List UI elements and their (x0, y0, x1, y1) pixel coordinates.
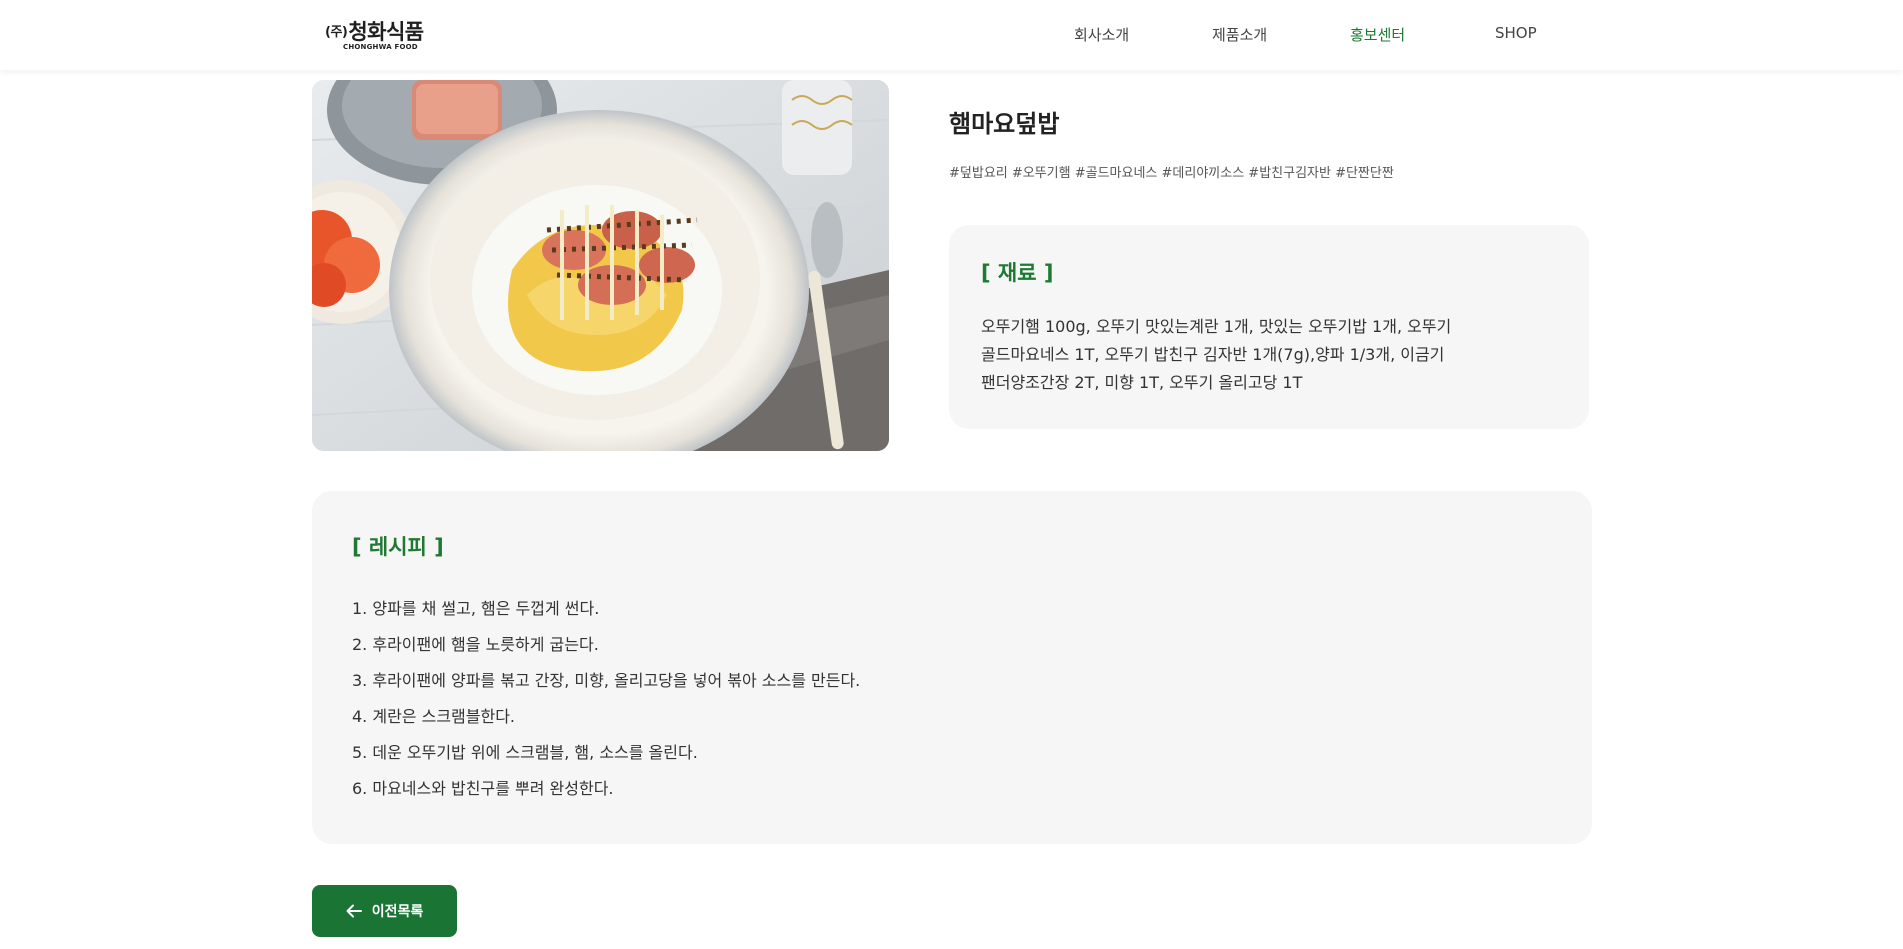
back-to-list-button[interactable]: 이전목록 (312, 885, 457, 937)
site-header: (주)청화식품 CHONGHWA FOOD 회사소개 제품소개 홍보센터 SHO… (0, 0, 1903, 70)
recipe-steps-panel: [ 레시피 ] 1. 양파를 채 썰고, 햄은 두껍게 썬다. 2. 후라이팬에… (312, 491, 1592, 844)
ingredients-text: 오뚜기햄 100g, 오뚜기 맛있는계란 1개, 맛있는 오뚜기밥 1개, 오뚜… (981, 313, 1501, 397)
recipe-step: 6. 마요네스와 밥친구를 뿌려 완성한다. (352, 779, 614, 798)
ingredients-heading: [ 재료 ] (981, 261, 1054, 285)
recipe-tags: #덮밥요리 #오뚜기햄 #골드마요네스 #데리야끼소스 #밥친구김자반 #단짠단… (949, 166, 1394, 181)
recipe-step: 2. 후라이팬에 햄을 노릇하게 굽는다. (352, 635, 599, 654)
ingredients-panel: [ 재료 ] 오뚜기햄 100g, 오뚜기 맛있는계란 1개, 맛있는 오뚜기밥… (949, 225, 1589, 429)
ingredients-line: 팬더양조간장 2T, 미향 1T, 오뚜기 올리고당 1T (981, 373, 1303, 392)
arrow-left-icon (346, 904, 362, 918)
ingredients-line: 오뚜기햄 100g, 오뚜기 맛있는계란 1개, 맛있는 오뚜기밥 1개, 오뚜… (981, 317, 1452, 336)
recipe-step: 4. 계란은 스크램블한다. (352, 707, 516, 726)
recipe-step: 1. 양파를 채 썰고, 햄은 두껍게 썬다. (352, 599, 600, 618)
recipe-photo (312, 80, 889, 451)
main-nav: 회사소개 제품소개 홍보센터 SHOP (0, 24, 1903, 46)
ingredients-line: 골드마요네스 1T, 오뚜기 밥친구 김자반 1개(7g),양파 1/3개, 이… (981, 345, 1445, 364)
back-button-label: 이전목록 (371, 904, 424, 920)
recipe-step: 5. 데운 오뚜기밥 위에 스크램블, 햄, 소스를 올린다. (352, 743, 698, 762)
recipe-heading: [ 레시피 ] (352, 535, 444, 559)
recipe-steps-list: 1. 양파를 채 썰고, 햄은 두껍게 썬다. 2. 후라이팬에 햄을 노릇하게… (352, 591, 860, 807)
nav-item-shop[interactable]: SHOP (1495, 24, 1537, 42)
recipe-step: 3. 후라이팬에 양파를 볶고 간장, 미향, 올리고당을 넣어 볶아 소스를 … (352, 671, 861, 690)
nav-item-company[interactable]: 회사소개 (1074, 24, 1129, 45)
nav-item-products[interactable]: 제품소개 (1212, 24, 1267, 45)
nav-item-pr-center[interactable]: 홍보센터 (1350, 24, 1405, 45)
recipe-title: 햄마요덮밥 (949, 110, 1060, 138)
